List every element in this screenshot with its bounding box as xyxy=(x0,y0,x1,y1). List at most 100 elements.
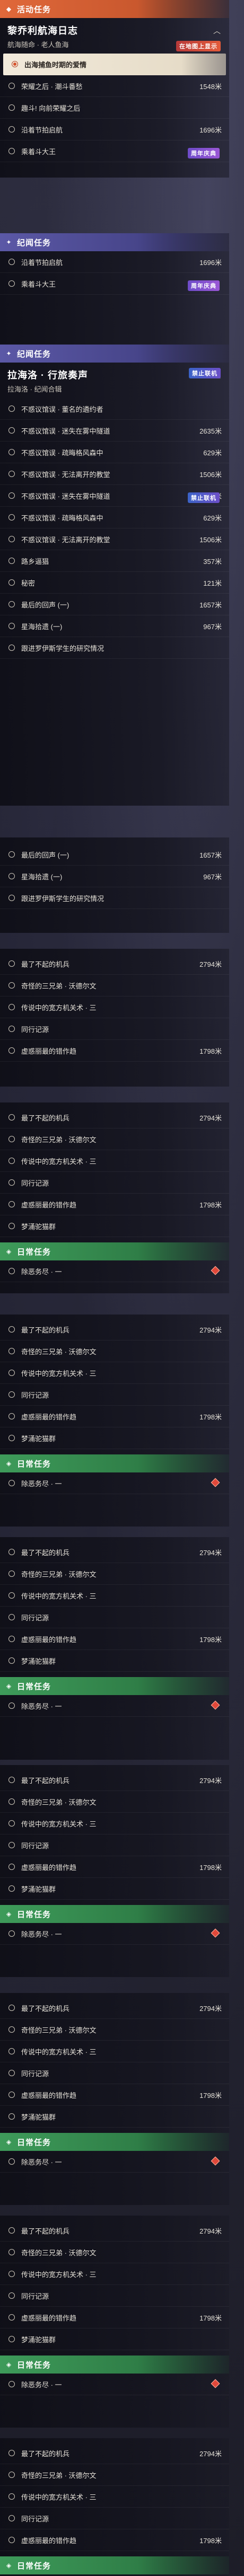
quest-step[interactable]: 虚惑丽最的错作趋 1798米 xyxy=(0,1040,229,1062)
quest-step[interactable]: 梦涌驼猫群 xyxy=(0,1427,229,1449)
radio-icon xyxy=(8,1798,15,1805)
quest-step[interactable]: 奇怪的三兄弟 · 沃德尔文 xyxy=(0,1128,229,1150)
quest-step-active[interactable]: 出海捕鱼时期的爱情 xyxy=(3,54,226,75)
radio-icon xyxy=(8,259,15,265)
section-header-daily[interactable]: ◈ 日常任务 xyxy=(0,1454,229,1472)
quest-step[interactable]: 奇怪的三兄弟 · 沃德尔文 xyxy=(0,2242,229,2263)
quest-step[interactable]: 不惑议馆误 · 迷失在雾中隧道 2635米 xyxy=(0,420,229,442)
quest-step[interactable]: 除恶务尽 · 一 xyxy=(0,1923,229,1945)
quest-step[interactable]: 不惑议馆误 · 疏晦格风森中 629米 xyxy=(0,507,229,528)
quest-step[interactable]: 奇怪的三兄弟 · 沃德尔文 xyxy=(0,1340,229,1362)
radio-icon xyxy=(8,1571,15,1577)
quest-step[interactable]: 虚惑丽最的错作趋 1798米 xyxy=(0,2084,229,2106)
quest-step[interactable]: 虚惑丽最的错作趋 1798米 xyxy=(0,1856,229,1878)
quest-step[interactable]: 虚惑丽最的错作趋 1798米 xyxy=(0,1628,229,1650)
section-header-daily[interactable]: ◈ 日常任务 xyxy=(0,2133,229,2151)
quest-step[interactable]: 除恶务尽 · 一 xyxy=(0,2374,229,2395)
quest-step[interactable]: 传说中的宽方机关术 · 三 xyxy=(0,2041,229,2062)
section-header-daily[interactable]: ◈ 日常任务 xyxy=(0,1677,229,1695)
quest-step[interactable]: 不惑议馆误 · 迷失在雾中隧道2635米禁止联机 xyxy=(0,485,229,507)
quest-step[interactable]: 最后的回声 (一) 1657米 xyxy=(0,594,229,615)
quest-step[interactable]: 沿着节拍启航 1696米 xyxy=(0,251,229,273)
quest-step[interactable]: 传说中的宽方机关术 · 三 xyxy=(0,1362,229,1384)
quest-step[interactable]: 最了不起的机兵 2794米 xyxy=(0,1769,229,1791)
quest-step[interactable]: 除恶务尽 · 一 xyxy=(0,2151,229,2173)
quest-step[interactable]: 跟进罗伊斯学生的研究情况 xyxy=(0,887,229,909)
quest-step[interactable]: 奇怪的三兄弟 · 沃德尔文 xyxy=(0,975,229,996)
quest-step[interactable]: 荣耀之后 · 潮斗番愁 1548米 xyxy=(0,75,229,97)
quest-step[interactable]: 不惑议馆误 · 无法离开的教堂 1506米 xyxy=(0,463,229,485)
quest-step[interactable]: 梦涌驼猫群 xyxy=(0,1215,229,1237)
forbidden-tag: 禁止联机 xyxy=(188,492,220,503)
quest-step[interactable]: 同行记源 xyxy=(0,2508,229,2529)
quest-panel-repeat: 最了不起的机兵 2794米 奇怪的三兄弟 · 沃德尔文 传说中的宽方机关术 · 三同行… xyxy=(0,1993,229,2205)
radio-icon xyxy=(8,1326,15,1333)
quest-step[interactable]: 路乡逼猖 357米 xyxy=(0,550,229,572)
quest-step[interactable]: 梦涌驼猫群 xyxy=(0,2328,229,2350)
quest-step[interactable]: 除恶务尽 · 一 xyxy=(0,1695,229,1717)
lore-icon: ✦ xyxy=(6,350,12,357)
quest-step[interactable]: 最了不起的机兵 2794米 xyxy=(0,2442,229,2464)
quest-step[interactable]: 虚惑丽最的错作趋 1798米 xyxy=(0,2529,229,2551)
quest-title: 黎乔利航海日志 xyxy=(7,25,78,36)
quest-step[interactable]: 奇怪的三兄弟 · 沃德尔文 xyxy=(0,2464,229,2486)
section-header-daily[interactable]: ◈ 日常任务 xyxy=(0,1905,229,1923)
section-header-event[interactable]: ◆ 活动任务 xyxy=(0,0,229,18)
quest-step[interactable]: 秘密 121米 xyxy=(0,572,229,594)
quest-step[interactable]: 传说中的宽方机关术 · 三 xyxy=(0,1150,229,1172)
quest-step[interactable]: 同行记源 xyxy=(0,1172,229,1194)
quest-step[interactable]: 传说中的宽方机关术 · 三 xyxy=(0,1585,229,1607)
radio-icon xyxy=(8,1136,15,1142)
quest-step[interactable]: 梦涌驼猫群 xyxy=(0,2106,229,2128)
quest-panel-repeat: 最了不起的机兵 2794米 奇怪的三兄弟 · 沃德尔文 传说中的宽方机关术 · 三同行… xyxy=(0,1765,229,1977)
quest-step[interactable]: 不惑议馆误 · 董名的遴约者 xyxy=(0,398,229,420)
quest-step[interactable]: 趣斗! 向前荣耀之后 xyxy=(0,97,229,119)
chevron-up-icon[interactable]: ︿ xyxy=(213,25,221,36)
quest-step[interactable]: 同行记源 xyxy=(0,1607,229,1628)
quest-step[interactable]: 不惑议馆误 · 疏晦格风森中 629米 xyxy=(0,442,229,463)
quest-step[interactable]: 不惑议馆误 · 无法离开的教堂 1506米 xyxy=(0,528,229,550)
section-header-lore[interactable]: ✦ 纪闻任务 xyxy=(0,233,229,251)
quest-step[interactable]: 传说中的宽方机关术 · 三 xyxy=(0,996,229,1018)
quest-step[interactable]: 梦涌驼猫群 xyxy=(0,1878,229,1900)
quest-step[interactable]: 奇怪的三兄弟 · 沃德尔文 xyxy=(0,1791,229,1813)
quest-step[interactable]: 传说中的宽方机关术 · 三 xyxy=(0,1813,229,1834)
quest-step[interactable]: 最了不起的机兵 2794米 xyxy=(0,1107,229,1128)
quest-step[interactable]: 同行记源 xyxy=(0,1018,229,1040)
quest-step[interactable]: 最了不起的机兵 2794米 xyxy=(0,1997,229,2019)
quest-step[interactable]: 同行记源 xyxy=(0,1834,229,1856)
quest-title-block[interactable]: 黎乔利航海日志 航海随命 · 老人鱼海 ︿ 在地图上显示 xyxy=(0,18,229,54)
quest-step[interactable]: 最了不起的机兵 2794米 xyxy=(0,2220,229,2242)
quest-step[interactable]: 星海拾遗 (一) 967米 xyxy=(0,866,229,887)
quest-step[interactable]: 最了不起的机兵 2794米 xyxy=(0,1319,229,1340)
quest-step[interactable]: 奇怪的三兄弟 · 沃德尔文 xyxy=(0,1563,229,1585)
quest-step[interactable]: 最后的回声 (一) 1657米 xyxy=(0,844,229,866)
quest-step[interactable]: 最了不起的机兵 2794米 xyxy=(0,953,229,975)
section-header-lore[interactable]: ✦ 纪闻任务 xyxy=(0,345,229,363)
quest-step[interactable]: 同行记源 xyxy=(0,2062,229,2084)
quest-step[interactable]: 沿着节拍启航 1696米 xyxy=(0,119,229,140)
quest-step[interactable]: 传说中的宽方机关术 · 三 xyxy=(0,2263,229,2285)
quest-step[interactable]: 同行记源 xyxy=(0,1384,229,1406)
radio-icon xyxy=(8,1391,15,1398)
radio-icon xyxy=(8,982,15,989)
quest-step[interactable]: 乘着斗大王 周年庆典 xyxy=(0,273,229,295)
section-header-daily[interactable]: ◈ 日常任务 xyxy=(0,2356,229,2374)
quest-step[interactable]: 跟进罗伊斯学生的研究情况 xyxy=(0,637,229,659)
quest-step[interactable]: 除恶务尽 · 一 xyxy=(0,1260,229,1282)
section-header-daily[interactable]: ◈ 日常任务 xyxy=(0,1242,229,1260)
quest-step[interactable]: 除恶务尽 · 一 xyxy=(0,1472,229,1494)
quest-step[interactable]: 星海拾遗 (一) 967米 xyxy=(0,615,229,637)
radio-icon xyxy=(8,2271,15,2277)
quest-step[interactable]: 梦涌驼猫群 xyxy=(0,1650,229,1672)
quest-step[interactable]: 虚惑丽最的错作趋 1798米 xyxy=(0,2307,229,2328)
section-header-daily[interactable]: ◈ 日常任务 xyxy=(0,2556,229,2574)
quest-step[interactable]: 虚惑丽最的错作趋 1798米 xyxy=(0,1194,229,1215)
quest-step[interactable]: 奇怪的三兄弟 · 沃德尔文 xyxy=(0,2019,229,2041)
quest-step[interactable]: 同行记源 xyxy=(0,2285,229,2307)
quest-step[interactable]: 虚惑丽最的错作趋 1798米 xyxy=(0,1406,229,1427)
quest-step[interactable]: 最了不起的机兵 2794米 xyxy=(0,1541,229,1563)
quest-step[interactable]: 乘着斗大王 周年庆典 xyxy=(0,140,229,162)
quest-step[interactable]: 传说中的宽方机关术 · 三 xyxy=(0,2486,229,2508)
quest-title-block[interactable]: 拉海洛 · 行旅奏声 拉海洛 · 纪闻合辑 ︿ 禁止联机 xyxy=(0,363,229,398)
